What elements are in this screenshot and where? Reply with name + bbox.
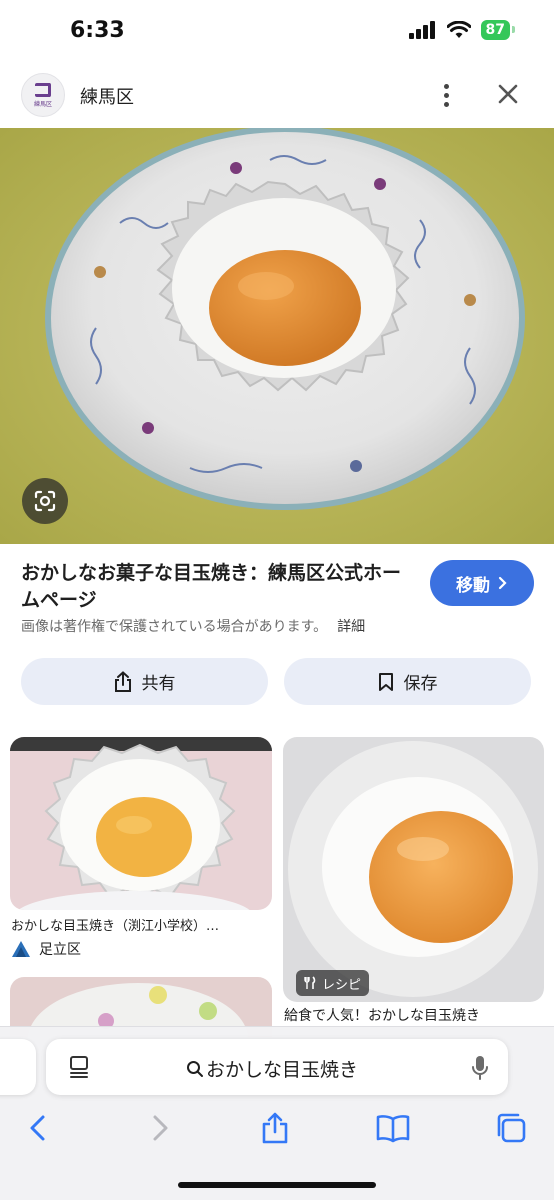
nerima-logo-icon xyxy=(35,82,51,97)
related-image-card[interactable] xyxy=(10,737,272,910)
wifi-icon xyxy=(446,21,471,38)
fork-knife-icon xyxy=(304,976,316,989)
save-button[interactable]: 保存 xyxy=(284,658,531,705)
address-bar[interactable]: おかしな目玉焼き xyxy=(46,1039,508,1095)
address-text: おかしな目玉焼き xyxy=(206,1059,359,1081)
save-button-label: 保存 xyxy=(403,674,438,694)
browser-toolbar: おかしな目玉焼き xyxy=(0,1026,554,1200)
close-icon[interactable] xyxy=(492,78,524,110)
more-dot-icon xyxy=(443,83,449,89)
forward-icon[interactable] xyxy=(142,1111,176,1145)
site-name[interactable]: 練馬区 xyxy=(80,83,134,109)
previous-tab-preview[interactable] xyxy=(0,1039,36,1095)
bookmark-icon xyxy=(378,672,393,691)
site-logo-text: 練馬区 xyxy=(33,100,52,108)
status-indicators: 87 xyxy=(408,20,516,40)
bookmarks-icon[interactable] xyxy=(376,1111,410,1145)
share-page-icon[interactable] xyxy=(258,1111,292,1145)
related-image-thumbnail xyxy=(10,737,272,910)
recipe-badge: レシピ xyxy=(296,970,370,996)
more-dot-icon xyxy=(443,92,449,98)
site-logo[interactable]: 練馬区 xyxy=(21,73,65,117)
related-caption[interactable]: おかしな目玉焼き（渕江小学校）… xyxy=(11,915,273,934)
result-title[interactable]: おかしなお菓子な目玉焼き：練馬区公式ホームページ xyxy=(21,560,411,614)
related-image-card[interactable] xyxy=(283,737,544,1002)
visit-button-label: 移動 xyxy=(456,575,490,596)
status-bar: 6:33 87 xyxy=(0,0,554,66)
chevron-right-icon xyxy=(498,576,507,590)
cellular-signal-icon xyxy=(408,21,435,39)
microphone-icon[interactable] xyxy=(470,1054,490,1082)
page-menu-icon[interactable] xyxy=(68,1055,90,1079)
related-caption[interactable]: 給食で人気！おかしな目玉焼き xyxy=(284,1005,546,1025)
copyright-note: 画像は著作権で保護されている場合があります。 詳細 xyxy=(21,616,365,636)
search-icon xyxy=(187,1060,203,1077)
details-link[interactable]: 詳細 xyxy=(337,619,365,635)
copyright-text: 画像は著作権で保護されている場合があります。 xyxy=(21,619,328,635)
visit-button[interactable]: 移動 xyxy=(430,560,534,606)
share-button[interactable]: 共有 xyxy=(21,658,268,705)
lens-icon xyxy=(34,490,56,512)
address-text-wrap[interactable]: おかしな目玉焼き xyxy=(186,1055,358,1082)
adachi-logo-icon xyxy=(12,941,30,957)
more-options-button[interactable] xyxy=(436,80,456,110)
related-source[interactable]: 足立区 xyxy=(11,939,81,959)
back-icon[interactable] xyxy=(22,1111,56,1145)
share-icon xyxy=(114,670,131,692)
home-indicator xyxy=(178,1182,376,1188)
fried-egg-dessert-image xyxy=(0,128,554,544)
recipe-badge-label: レシピ xyxy=(322,977,362,993)
more-dot-icon xyxy=(443,101,449,107)
status-time: 6:33 xyxy=(70,18,125,43)
share-button-label: 共有 xyxy=(141,674,176,694)
google-lens-button[interactable] xyxy=(22,478,68,524)
main-image[interactable] xyxy=(0,128,554,544)
tabs-icon[interactable] xyxy=(494,1111,528,1145)
battery-indicator: 87 xyxy=(480,20,516,40)
site-header: 練馬区 練馬区 xyxy=(0,66,554,128)
related-source-name: 足立区 xyxy=(39,942,81,958)
related-image-thumbnail xyxy=(283,737,544,1002)
